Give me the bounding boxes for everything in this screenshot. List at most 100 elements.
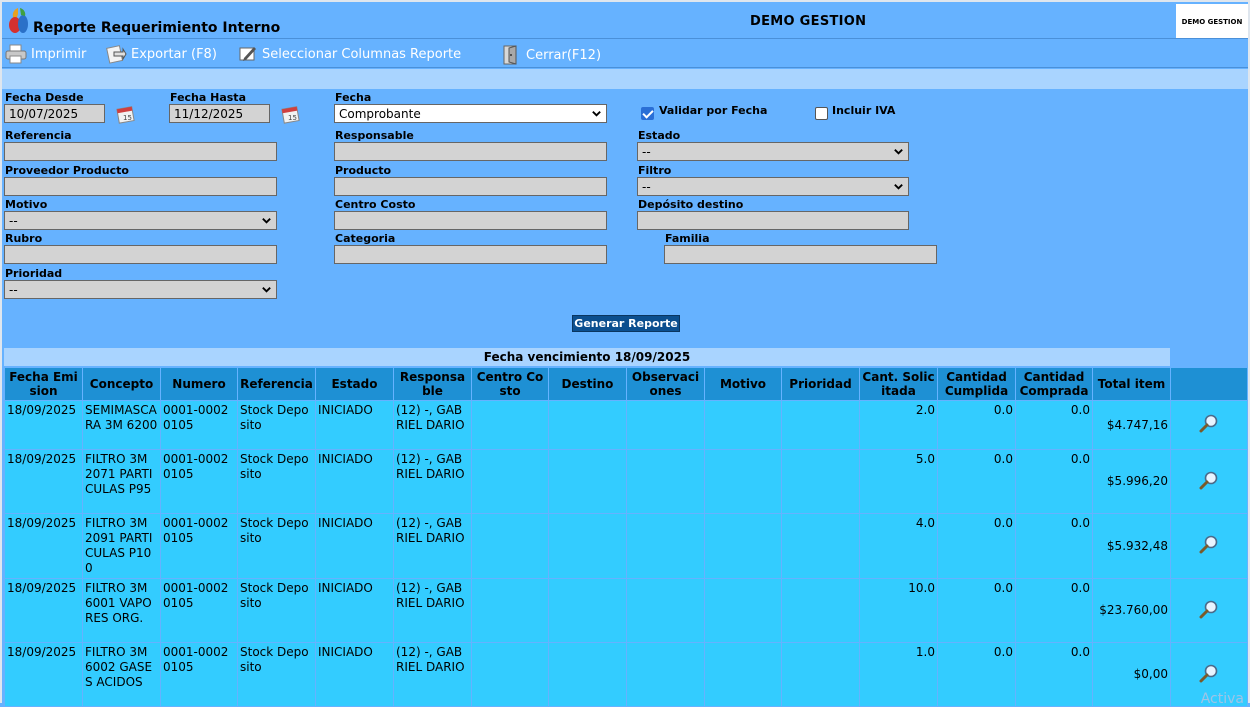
generate-report-button[interactable]: Generar Reporte [572, 315, 680, 332]
categoria-input[interactable] [334, 245, 607, 264]
cell-prioridad [781, 449, 860, 514]
proveedor-producto-input[interactable] [4, 177, 277, 196]
estado-select[interactable]: -- [637, 142, 909, 161]
cell-observaciones [626, 400, 705, 450]
fecha-hasta-input[interactable] [169, 104, 270, 123]
deposito-destino-input[interactable] [637, 211, 909, 230]
title-bar: Reporte Requerimiento Interno DEMO GESTI… [2, 0, 1248, 40]
cell-motivo [704, 400, 782, 450]
magnifier-icon[interactable] [1199, 470, 1219, 490]
print-button[interactable]: Imprimir [5, 44, 86, 64]
column-header[interactable]: Cantidad Comprada [1015, 367, 1093, 401]
svg-text:15: 15 [288, 114, 297, 122]
magnifier-icon[interactable] [1199, 599, 1219, 619]
column-header[interactable]: Cant. Solicitada [859, 367, 938, 401]
filtro-select[interactable]: -- [637, 177, 909, 196]
export-button[interactable]: Exportar (F8) [105, 44, 217, 64]
validar-por-fecha-checkbox[interactable] [641, 107, 654, 120]
column-header[interactable]: Motivo [704, 367, 782, 401]
prioridad-select[interactable]: -- [4, 280, 277, 299]
column-header-actions [1170, 367, 1248, 401]
calendar-icon[interactable]: 15 [280, 104, 302, 124]
cell-centro-costo [471, 513, 549, 579]
column-header[interactable]: Referencia [237, 367, 316, 401]
table-row: 18/09/2025 SEMIMASCARA 3M 6200 0001-0002… [4, 400, 1248, 450]
cell-observaciones [626, 513, 705, 579]
cell-fecha: 18/09/2025 [4, 642, 83, 707]
cell-solicitada: 4.0 [859, 513, 938, 579]
familia-label: Familia [665, 232, 710, 245]
calendar-icon[interactable]: 15 [115, 104, 137, 124]
fecha-desde-input[interactable] [4, 104, 105, 123]
responsable-label: Responsable [335, 129, 414, 142]
printer-icon [5, 44, 27, 64]
cell-observaciones [626, 642, 705, 707]
cell-responsable: (12) -, GABRIEL DARIO [393, 449, 472, 514]
fecha-hasta-label: Fecha Hasta [170, 91, 246, 104]
rubro-input[interactable] [4, 245, 277, 264]
filtro-label: Filtro [638, 164, 672, 177]
chevron-down-icon [592, 111, 601, 117]
column-header[interactable]: Centro Costo [471, 367, 549, 401]
close-button[interactable]: Cerrar(F12) [500, 44, 601, 66]
columns-icon [239, 47, 256, 61]
cell-cumplida: 0.0 [937, 449, 1016, 514]
brand-logo: DEMO GESTION [1176, 4, 1248, 40]
responsable-input[interactable] [334, 142, 607, 161]
column-header[interactable]: Numero [160, 367, 238, 401]
cell-responsable: (12) -, GABRIEL DARIO [393, 642, 472, 707]
cell-cumplida: 0.0 [937, 513, 1016, 579]
chevron-down-icon [894, 149, 903, 155]
report-table: Fecha Emision Concepto Numero Referencia… [4, 367, 1248, 707]
svg-text:15: 15 [123, 114, 132, 122]
magnifier-icon[interactable] [1199, 534, 1219, 554]
cell-action [1170, 400, 1248, 450]
select-columns-button[interactable]: Seleccionar Columnas Reporte [238, 44, 461, 64]
centro-costo-label: Centro Costo [335, 198, 416, 211]
column-header[interactable]: Estado [315, 367, 394, 401]
column-header[interactable]: Concepto [82, 367, 161, 401]
column-header[interactable]: Responsable [393, 367, 472, 401]
cell-estado: INICIADO [315, 513, 394, 579]
familia-input[interactable] [664, 245, 937, 264]
window-edge-left [0, 0, 2, 703]
cell-observaciones [626, 449, 705, 514]
estado-label: Estado [638, 129, 681, 142]
magnifier-icon[interactable] [1199, 413, 1219, 433]
select-columns-label: Seleccionar Columnas Reporte [262, 46, 462, 62]
incluir-iva-label: Incluir IVA [832, 104, 896, 117]
column-header[interactable]: Cantidad Cumplida [937, 367, 1016, 401]
cell-numero: 0001-00020105 [160, 642, 238, 707]
cell-total: $0,00 [1092, 642, 1171, 707]
cell-comprada: 0.0 [1015, 642, 1093, 707]
column-header[interactable]: Total item [1092, 367, 1171, 401]
fecha-select[interactable]: Comprobante [334, 104, 607, 123]
close-door-icon [503, 45, 517, 65]
motivo-select[interactable]: -- [4, 211, 277, 230]
cell-prioridad [781, 400, 860, 450]
column-header[interactable]: Prioridad [781, 367, 860, 401]
cell-motivo [704, 642, 782, 707]
centro-costo-input[interactable] [334, 211, 607, 230]
column-header[interactable]: Observaciones [626, 367, 705, 401]
cell-destino [548, 578, 627, 643]
company-name: DEMO GESTION [750, 14, 867, 29]
incluir-iva-checkbox[interactable] [815, 107, 828, 120]
close-label: Cerrar(F12) [526, 47, 602, 63]
chevron-down-icon [262, 218, 271, 224]
cell-referencia: Stock Deposito [237, 513, 316, 579]
cell-centro-costo [471, 449, 549, 514]
referencia-input[interactable] [4, 142, 277, 161]
fecha-label: Fecha [335, 91, 372, 104]
prioridad-select-value: -- [9, 282, 18, 297]
column-header[interactable]: Fecha Emision [4, 367, 83, 401]
column-header[interactable]: Destino [548, 367, 627, 401]
cell-responsable: (12) -, GABRIEL DARIO [393, 400, 472, 450]
producto-input[interactable] [334, 177, 607, 196]
cell-prioridad [781, 642, 860, 707]
cell-prioridad [781, 513, 860, 579]
magnifier-icon[interactable] [1199, 663, 1219, 683]
prioridad-label: Prioridad [5, 267, 63, 280]
cell-solicitada: 1.0 [859, 642, 938, 707]
cell-concepto: SEMIMASCARA 3M 6200 [82, 400, 161, 450]
